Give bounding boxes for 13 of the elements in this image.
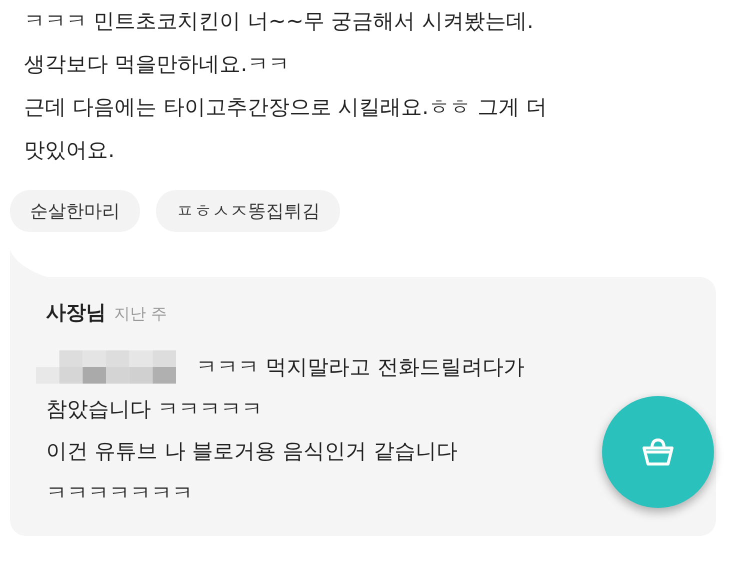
reply-text: ㅋㅋㅋ 먹지말라고 전화드릴려다가	[196, 354, 524, 381]
basket-icon	[641, 437, 675, 467]
menu-tag[interactable]: ㅍㅎㅅㅈ똥집튀김	[156, 190, 340, 232]
reply-author: 사장님	[46, 299, 106, 326]
reply-text: ㅋㅋㅋㅋㅋㅋㅋ	[46, 480, 193, 507]
reply-time: 지난 주	[114, 304, 168, 325]
review-text: 생각보다 먹을만하네요.ㅋㅋ	[24, 51, 290, 78]
review-text: 맛있어요.	[24, 137, 115, 164]
reply-text: 이건 유튜브 나 블로거용 음식인거 같습니다	[46, 438, 458, 465]
review-text: 근데 다음에는 타이고추간장으로 시킬래요.ㅎㅎ 그게 더	[24, 94, 548, 121]
reply-text: 참았습니다 ㅋㅋㅋㅋㅋ	[46, 396, 263, 423]
review-text: ㅋㅋㅋ 민트초코치킨이 너~~무 궁금해서 시켜봤는데.	[24, 8, 534, 35]
menu-tag[interactable]: 순살한마리	[10, 190, 140, 232]
